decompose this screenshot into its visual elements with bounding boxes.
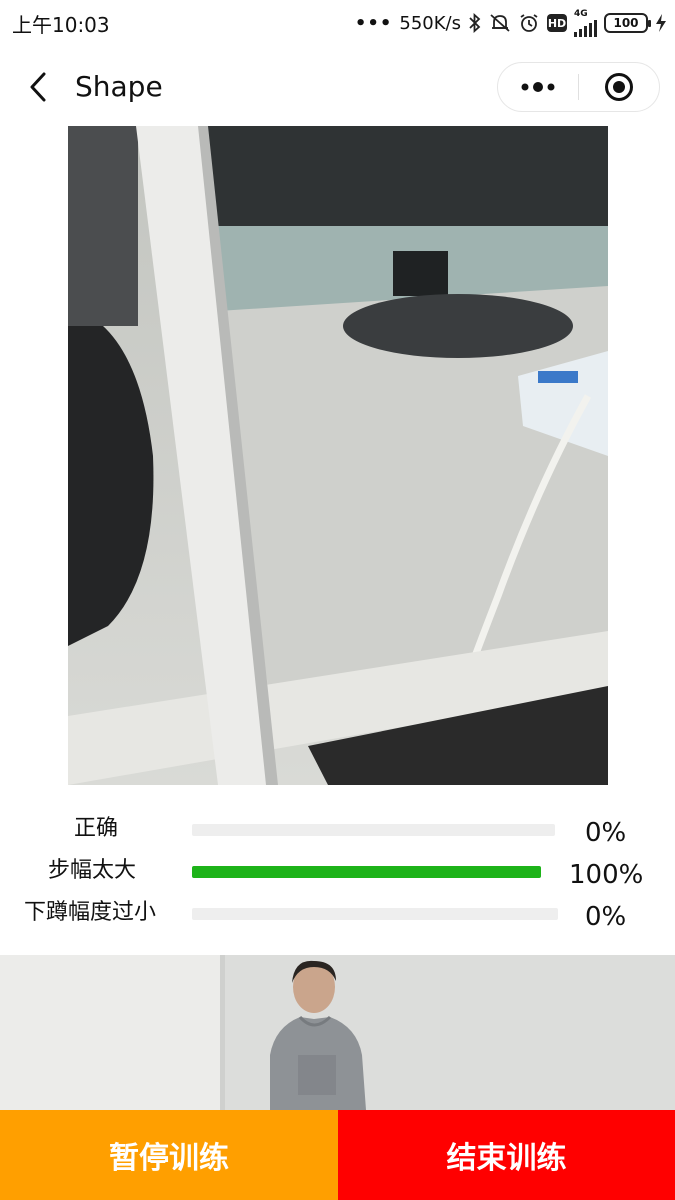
close-target-icon	[605, 73, 633, 101]
action-bar: 暂停训练 结束训练	[0, 1110, 675, 1200]
feedback-label: 正确	[74, 816, 119, 841]
instructor-image	[0, 955, 675, 1110]
network-speed: 550K/s	[399, 12, 461, 34]
end-training-button[interactable]: 结束训练	[338, 1110, 675, 1200]
nav-bar: Shape	[0, 52, 675, 122]
feedback-value: 100%	[569, 860, 644, 890]
feedback-row-squat-too-shallow: 下蹲幅度过小 0%	[0, 892, 675, 934]
page-title: Shape	[75, 70, 163, 103]
progress-fill	[192, 866, 541, 878]
pause-training-button[interactable]: 暂停训练	[0, 1110, 338, 1200]
close-button[interactable]	[579, 63, 659, 111]
status-time: 上午10:03	[12, 12, 110, 37]
progress-bar	[192, 824, 555, 836]
bluetooth-icon	[468, 13, 482, 33]
feedback-row-stride-too-large: 步幅太大 100%	[0, 850, 675, 892]
progress-bar	[192, 908, 558, 920]
back-button[interactable]	[22, 68, 54, 106]
charging-icon	[655, 13, 667, 33]
feedback-label: 步幅太大	[48, 858, 137, 883]
feedback-value: 0%	[585, 818, 627, 848]
network-type: 4G	[574, 8, 588, 19]
feedback-value: 0%	[585, 902, 627, 932]
status-icons: ••• 550K/s HD 4G 100	[354, 8, 667, 37]
signal-icon: 4G	[574, 8, 597, 37]
status-bar: 上午10:03 ••• 550K/s HD 4G 100	[0, 0, 675, 46]
mini-program-capsule	[497, 62, 660, 112]
feedback-label: 下蹲幅度过小	[24, 900, 157, 925]
progress-bar	[192, 866, 541, 878]
mute-icon	[489, 13, 511, 33]
more-button[interactable]	[498, 63, 578, 111]
hd-icon: HD	[547, 14, 567, 32]
more-icon	[521, 82, 555, 92]
camera-preview	[68, 126, 608, 785]
alarm-icon	[518, 13, 540, 33]
activity-dots-icon: •••	[354, 12, 393, 34]
reference-video	[0, 955, 675, 1110]
battery-icon: 100	[604, 13, 651, 33]
feedback-row-correct: 正确 0%	[0, 808, 675, 850]
camera-frame-image	[68, 126, 608, 785]
back-icon	[30, 72, 46, 102]
